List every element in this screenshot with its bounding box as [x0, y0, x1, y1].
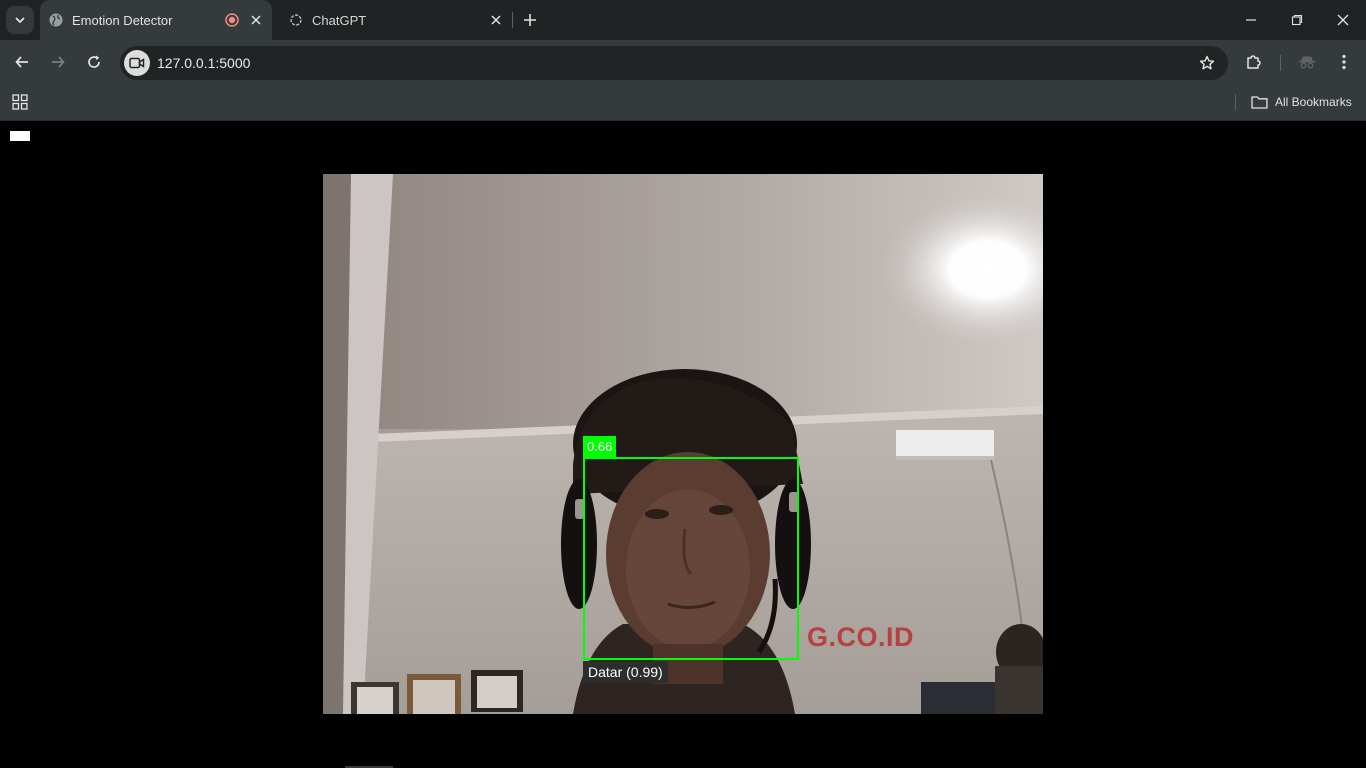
emotion-label: Datar (0.99): [583, 661, 668, 683]
profile-button[interactable]: [1293, 48, 1321, 76]
tab-divider: [512, 12, 513, 28]
star-icon: [1199, 55, 1215, 70]
chevron-down-icon: [15, 17, 25, 24]
all-bookmarks-button[interactable]: All Bookmarks: [1251, 92, 1352, 112]
back-arrow-icon: [15, 56, 28, 68]
plus-icon: [524, 14, 536, 26]
apps-grid-icon: [12, 94, 28, 110]
wall-sign-text: G.CO.ID: [807, 622, 915, 652]
detection-confidence-label: 0.66: [583, 436, 617, 457]
reload-button[interactable]: [80, 48, 108, 76]
puzzle-icon: [1247, 55, 1261, 69]
tab-chatgpt[interactable]: ChatGPT: [280, 0, 512, 40]
browser-toolbar: 127.0.0.1:5000: [0, 40, 1366, 85]
new-tab-button[interactable]: [518, 8, 542, 32]
bookmark-star-button[interactable]: [1198, 54, 1216, 72]
bookmarks-divider: [1235, 94, 1236, 110]
folder-icon: [1251, 95, 1268, 109]
close-icon: [1337, 14, 1349, 26]
tab-search-button[interactable]: [6, 6, 34, 34]
address-bar[interactable]: 127.0.0.1:5000: [120, 46, 1228, 80]
reload-icon: [88, 55, 100, 68]
toolbar-divider: [1280, 55, 1281, 71]
restore-button[interactable]: [1274, 0, 1320, 40]
tab-strip: Emotion Detector ChatGPT: [0, 0, 1366, 40]
close-tab-icon[interactable]: [248, 12, 264, 28]
menu-button[interactable]: [1330, 48, 1358, 76]
forward-arrow-icon: [52, 56, 65, 68]
recording-icon: [224, 12, 240, 28]
page-button[interactable]: [10, 131, 30, 141]
all-bookmarks-label: All Bookmarks: [1275, 95, 1352, 109]
face-detection-box: [583, 457, 799, 660]
back-button[interactable]: [8, 48, 36, 76]
webcam-video-feed: G.CO.ID 0.66 Datar (0.99): [323, 174, 1043, 714]
forward-button[interactable]: [44, 48, 72, 76]
site-info-button[interactable]: [124, 50, 150, 76]
minimize-icon: [1246, 19, 1256, 21]
url-text[interactable]: 127.0.0.1:5000: [157, 55, 250, 71]
incognito-profile-icon: [1299, 56, 1315, 69]
minimize-button[interactable]: [1228, 0, 1274, 40]
tab-title: ChatGPT: [312, 12, 367, 28]
tab-title: Emotion Detector: [72, 12, 173, 28]
extensions-button[interactable]: [1240, 48, 1268, 76]
tab-emotion-detector[interactable]: Emotion Detector: [40, 0, 272, 40]
kebab-menu-icon: [1342, 54, 1346, 70]
bookmarks-bar: All Bookmarks: [0, 85, 1366, 121]
page-content: G.CO.ID 0.66 Datar (0.99): [0, 121, 1366, 768]
close-window-button[interactable]: [1320, 0, 1366, 40]
restore-icon: [1291, 14, 1303, 26]
apps-button[interactable]: [10, 92, 30, 112]
camera-icon: [129, 57, 145, 69]
chatgpt-icon: [288, 12, 304, 28]
globe-icon: [48, 12, 64, 28]
close-tab-icon[interactable]: [488, 12, 504, 28]
